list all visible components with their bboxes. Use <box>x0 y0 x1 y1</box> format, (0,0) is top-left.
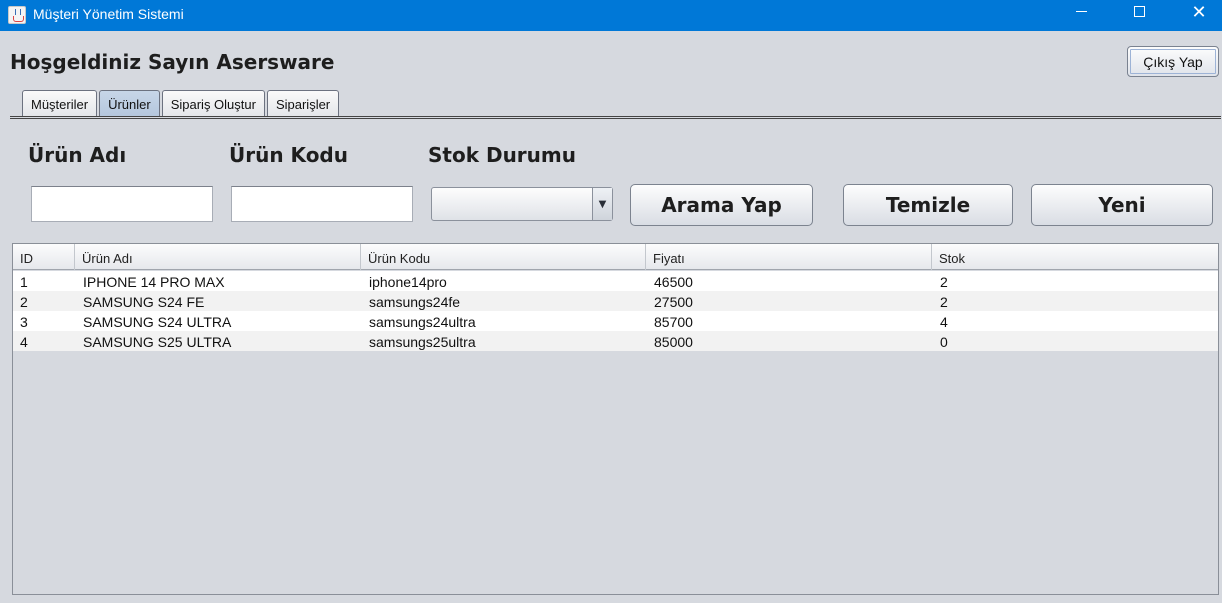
cell-product-name: SAMSUNG S24 FE <box>83 294 205 310</box>
products-table[interactable]: ID Ürün Adı Ürün Kodu Fiyatı Stok 1 IPHO… <box>12 243 1219 595</box>
tab-orders[interactable]: Siparişler <box>266 90 340 116</box>
dropdown-arrow-icon[interactable]: ▼ <box>592 188 612 220</box>
cell-price: 27500 <box>654 294 693 310</box>
cell-stock: 2 <box>940 274 948 290</box>
close-icon: ✕ <box>1191 2 1207 23</box>
cell-id: 4 <box>20 334 28 350</box>
product-name-label: Ürün Adı <box>28 143 127 167</box>
clear-button[interactable]: Temizle <box>843 184 1013 226</box>
new-button[interactable]: Yeni <box>1031 184 1213 226</box>
table-header: ID Ürün Adı Ürün Kodu Fiyatı Stok <box>13 244 1218 270</box>
cell-product-name: SAMSUNG S24 ULTRA <box>83 314 232 330</box>
tab-bar: Müşteriler Ürünler Sipariş Oluştur Sipar… <box>22 90 341 116</box>
cell-product-name: SAMSUNG S25 ULTRA <box>83 334 232 350</box>
column-header-product-name[interactable]: Ürün Adı <box>75 244 361 270</box>
logout-button[interactable]: Çıkış Yap <box>1127 46 1219 77</box>
close-button[interactable]: ✕ <box>1176 0 1222 31</box>
cell-price: 85000 <box>654 334 693 350</box>
tab-divider <box>10 116 1221 119</box>
stock-status-label: Stok Durumu <box>428 143 576 167</box>
cell-price: 85700 <box>654 314 693 330</box>
table-row[interactable]: 3 SAMSUNG S24 ULTRA samsungs24ultra 8570… <box>13 311 1218 331</box>
column-header-product-code[interactable]: Ürün Kodu <box>361 244 646 270</box>
product-code-label: Ürün Kodu <box>229 143 348 167</box>
stock-status-select[interactable]: ▼ <box>431 187 613 221</box>
maximize-icon <box>1133 6 1145 17</box>
cell-product-code: samsungs24ultra <box>369 314 476 330</box>
table-body: 1 IPHONE 14 PRO MAX iphone14pro 46500 2 … <box>13 271 1218 351</box>
welcome-title: Hoşgeldiniz Sayın Asersware <box>10 50 335 74</box>
window-title: Müşteri Yönetim Sistemi <box>33 6 184 22</box>
cell-price: 46500 <box>654 274 693 290</box>
column-header-stock[interactable]: Stok <box>932 244 1218 270</box>
table-row[interactable]: 1 IPHONE 14 PRO MAX iphone14pro 46500 2 <box>13 271 1218 291</box>
cell-id: 1 <box>20 274 28 290</box>
cell-product-code: iphone14pro <box>369 274 447 290</box>
cell-stock: 0 <box>940 334 948 350</box>
cell-stock: 2 <box>940 294 948 310</box>
search-button[interactable]: Arama Yap <box>630 184 813 226</box>
table-row[interactable]: 2 SAMSUNG S24 FE samsungs24fe 27500 2 <box>13 291 1218 311</box>
cell-id: 2 <box>20 294 28 310</box>
table-row[interactable]: 4 SAMSUNG S25 ULTRA samsungs25ultra 8500… <box>13 331 1218 351</box>
cell-stock: 4 <box>940 314 948 330</box>
java-app-icon <box>8 6 26 24</box>
cell-id: 3 <box>20 314 28 330</box>
tab-customers[interactable]: Müşteriler <box>22 90 98 116</box>
title-bar: Müşteri Yönetim Sistemi ✕ <box>0 0 1222 31</box>
maximize-button[interactable] <box>1116 0 1162 31</box>
minimize-button[interactable] <box>1058 0 1104 31</box>
column-header-id[interactable]: ID <box>13 244 75 270</box>
product-code-input[interactable] <box>231 186 413 222</box>
cell-product-name: IPHONE 14 PRO MAX <box>83 274 225 290</box>
tab-create-order[interactable]: Sipariş Oluştur <box>161 90 265 116</box>
product-name-input[interactable] <box>31 186 213 222</box>
cell-product-code: samsungs24fe <box>369 294 461 310</box>
column-header-price[interactable]: Fiyatı <box>646 244 932 270</box>
cell-product-code: samsungs25ultra <box>369 334 476 350</box>
minimize-icon <box>1075 11 1087 12</box>
tab-products[interactable]: Ürünler <box>99 90 160 116</box>
